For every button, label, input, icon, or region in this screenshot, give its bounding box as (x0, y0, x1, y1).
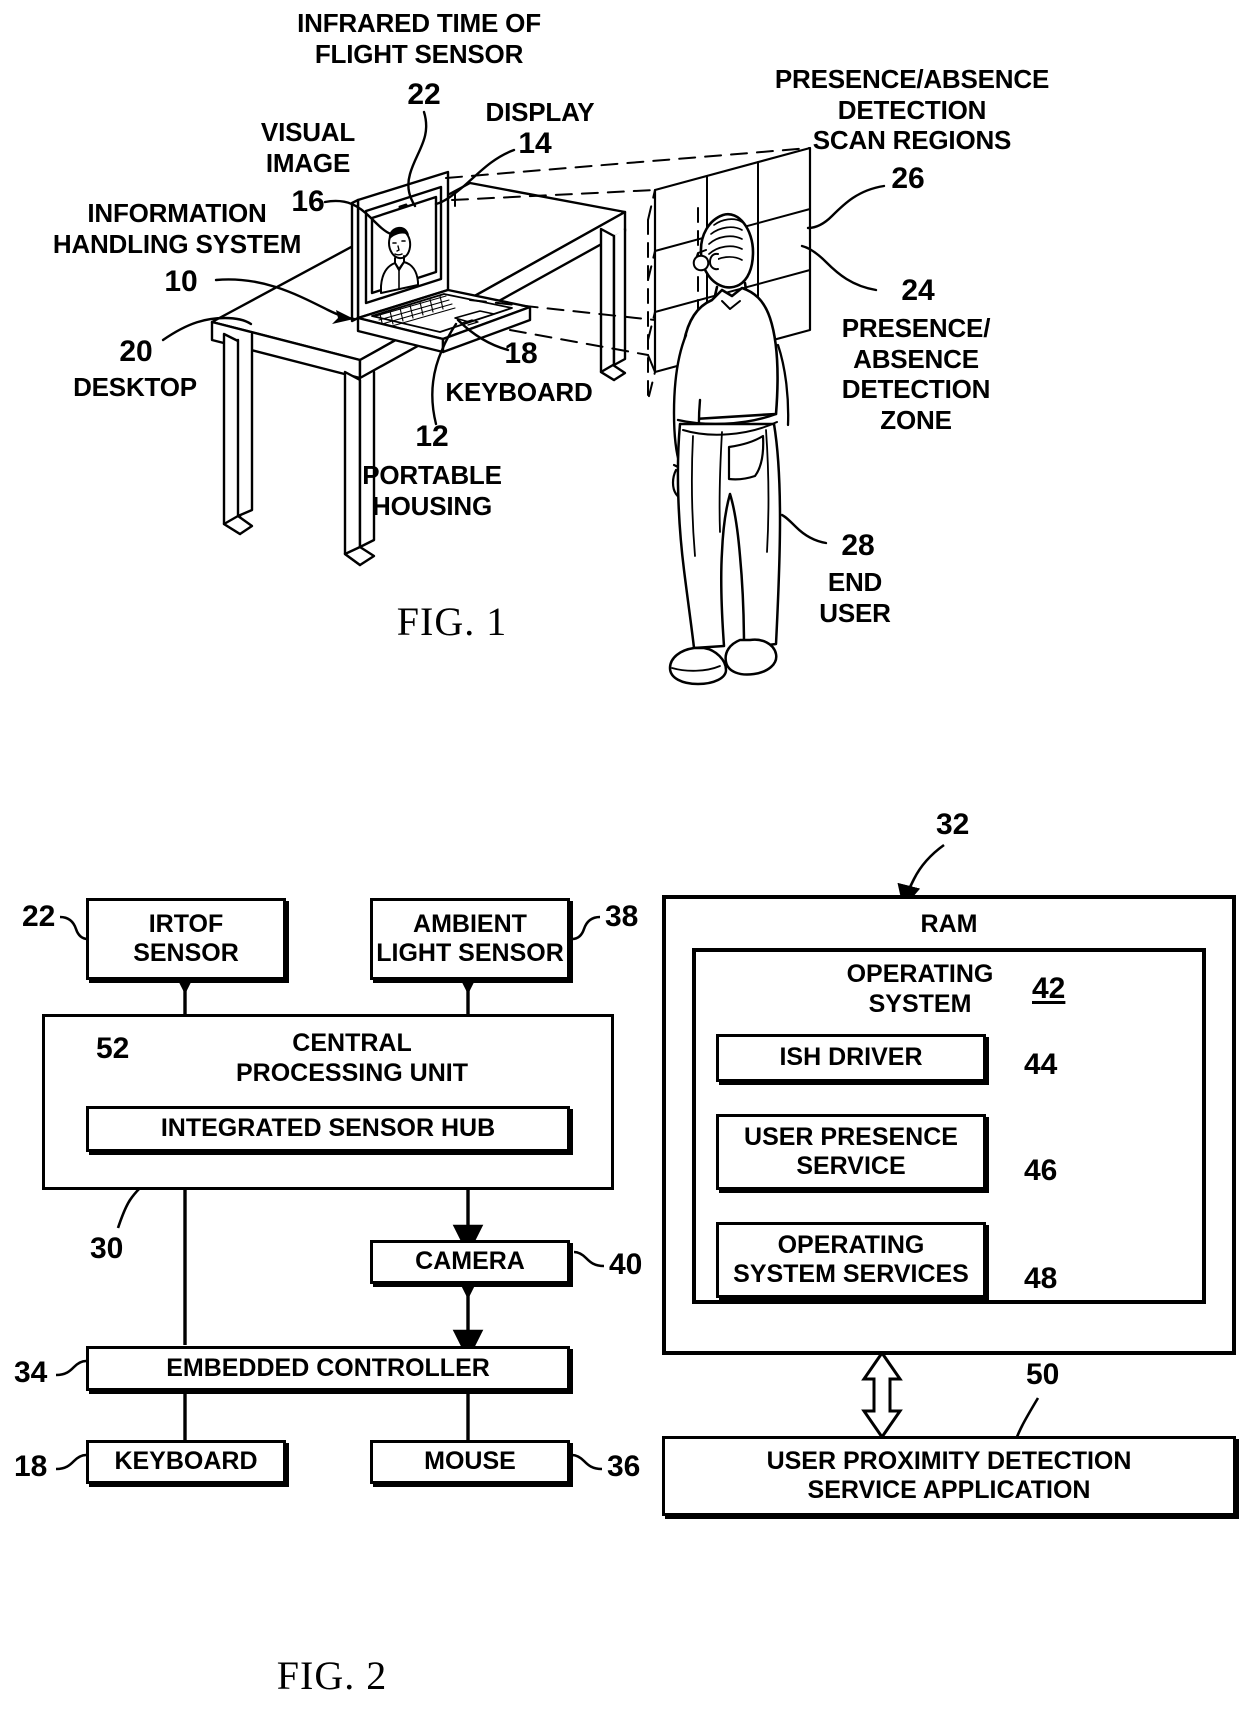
fig2-refnum-30: 30 (90, 1232, 124, 1265)
fig1-refnum-14: 14 (518, 127, 552, 160)
block-ram-label: RAM (920, 910, 978, 938)
block-user-proximity-detection-service-application[interactable]: USER PROXIMITY DETECTION SERVICE APPLICA… (662, 1436, 1236, 1516)
fig2-refnum-52: 52 (96, 1032, 130, 1065)
fig1-label-infrared-time-of-flight-sensor: INFRARED TIME OF FLIGHT SENSOR (297, 8, 541, 69)
fig1-refnum-22: 22 (407, 78, 441, 111)
fig2-refnum-50: 50 (1026, 1358, 1060, 1391)
block-camera-label: CAMERA (415, 1247, 525, 1276)
fig2-refnum-38: 38 (605, 900, 639, 933)
fig2-refnum-34: 34 (14, 1356, 48, 1389)
block-integrated-sensor-hub-label: INTEGRATED SENSOR HUB (160, 1114, 496, 1143)
block-integrated-sensor-hub[interactable]: INTEGRATED SENSOR HUB (86, 1106, 570, 1152)
fig2-refnum-32: 32 (936, 808, 970, 841)
figure-1-title: FIG. 1 (396, 599, 508, 644)
block-keyboard-label: KEYBOARD (114, 1447, 258, 1476)
fig1-label-visual-image: VISUAL IMAGE (260, 117, 356, 178)
fig1-label-keyboard: KEYBOARD (445, 377, 593, 407)
fig1-label-portable-housing: PORTABLE HOUSING (362, 460, 502, 521)
fig2-refnum-42: 42 (1032, 972, 1066, 1005)
block-mouse-label: MOUSE (424, 1447, 516, 1476)
fig1-refnum-20: 20 (119, 335, 153, 368)
fig2-refnum-46: 46 (1024, 1154, 1058, 1187)
block-mouse[interactable]: MOUSE (370, 1440, 570, 1484)
block-central-processing-unit-label: CENTRAL PROCESSING UNIT (236, 1029, 468, 1087)
fig1-label-presence-absence-detection-zone: PRESENCE/ ABSENCE DETECTION ZONE (841, 313, 991, 436)
block-operating-system-services-label: OPERATING SYSTEM SERVICES (733, 1230, 969, 1289)
block-irtof-sensor-label: IRTOF SENSOR (133, 909, 239, 968)
fig1-refnum-28: 28 (841, 529, 875, 562)
block-camera[interactable]: CAMERA (370, 1240, 570, 1284)
fig2-refnum-36: 36 (607, 1450, 641, 1483)
fig2-refnum-22: 22 (22, 900, 56, 933)
fig1-refnum-18: 18 (504, 337, 538, 370)
fig2-refnum-18: 18 (14, 1450, 48, 1483)
figure-2-title: FIG. 2 (276, 1653, 388, 1698)
block-user-presence-service[interactable]: USER PRESENCE SERVICE (716, 1114, 986, 1190)
fig1-label-desktop: DESKTOP (73, 372, 197, 402)
block-embedded-controller[interactable]: EMBEDDED CONTROLLER (86, 1346, 570, 1391)
block-irtof-sensor[interactable]: IRTOF SENSOR (86, 898, 286, 980)
block-ambient-light-sensor-label: AMBIENT LIGHT SENSOR (376, 909, 564, 968)
block-ish-driver[interactable]: ISH DRIVER (716, 1034, 986, 1082)
fig1-label-information-handling-system: INFORMATION HANDLING SYSTEM (52, 198, 302, 259)
block-operating-system-services[interactable]: OPERATING SYSTEM SERVICES (716, 1222, 986, 1298)
block-ish-driver-label: ISH DRIVER (779, 1043, 923, 1072)
fig1-refnum-12: 12 (415, 420, 449, 453)
patent-drawing-sheet: INFRARED TIME OF FLIGHT SENSOR 22 DISPLA… (0, 0, 1240, 1736)
fig1-refnum-10: 10 (164, 265, 198, 298)
fig1-refnum-26: 26 (891, 162, 925, 195)
block-ambient-light-sensor[interactable]: AMBIENT LIGHT SENSOR (370, 898, 570, 980)
block-embedded-controller-label: EMBEDDED CONTROLLER (166, 1353, 490, 1382)
block-user-proximity-detection-service-application-label: USER PROXIMITY DETECTION SERVICE APPLICA… (766, 1446, 1132, 1505)
block-user-presence-service-label: USER PRESENCE SERVICE (744, 1122, 958, 1181)
fig2-refnum-40: 40 (609, 1248, 643, 1281)
fig2-refnum-44: 44 (1024, 1048, 1058, 1081)
fig1-refnum-24: 24 (901, 274, 935, 307)
fig1-label-presence-absence-detection-scan-regions: PRESENCE/ABSENCE DETECTION SCAN REGIONS (774, 64, 1050, 156)
fig1-label-display: DISPLAY (485, 97, 595, 127)
block-keyboard[interactable]: KEYBOARD (86, 1440, 286, 1484)
fig1-label-end-user: END USER (819, 567, 891, 628)
fig2-refnum-48: 48 (1024, 1262, 1058, 1295)
